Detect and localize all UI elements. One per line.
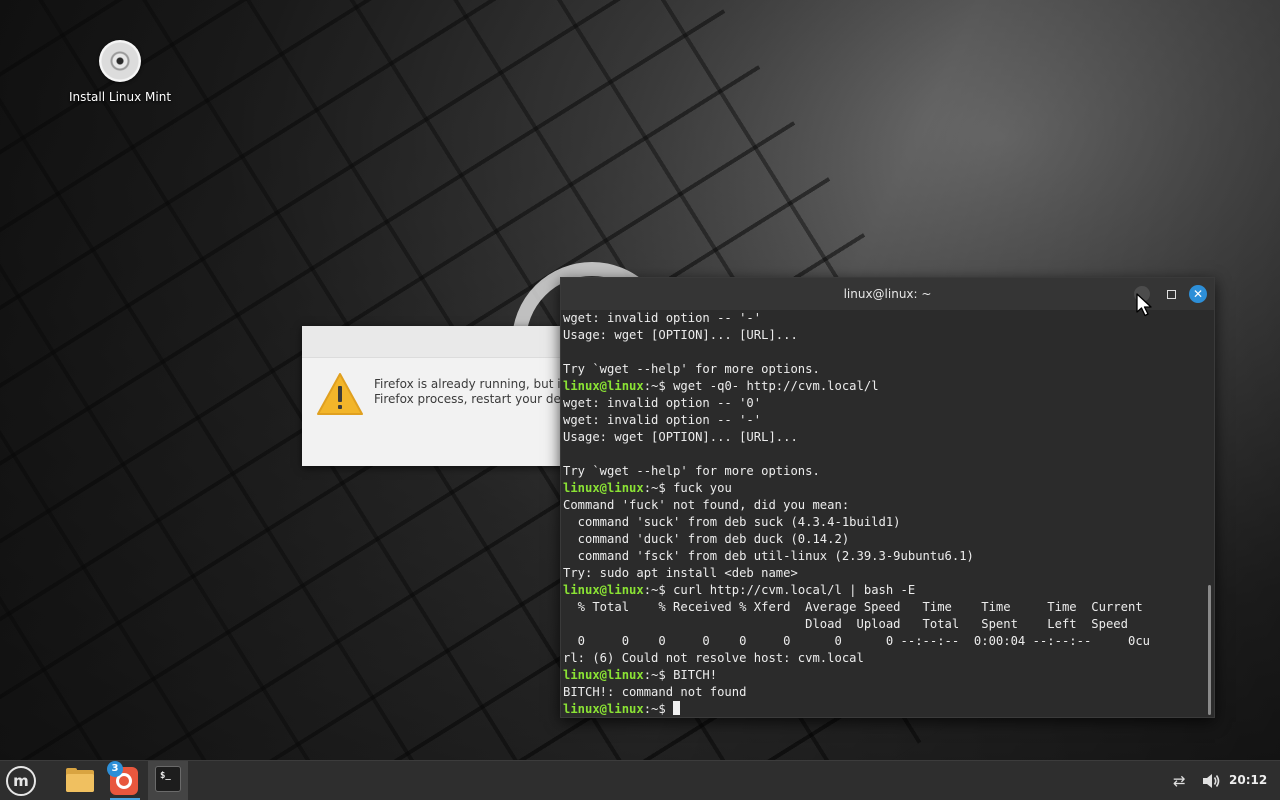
network-icon[interactable]: ⇄ xyxy=(1173,773,1193,789)
dialog-titlebar[interactable] xyxy=(302,326,602,358)
mouse-pointer-icon xyxy=(1136,293,1152,317)
output-text: wget: invalid option -- '0' xyxy=(563,396,762,410)
taskbar-app-update-manager[interactable]: 3 xyxy=(104,761,142,800)
prompt-user: linux@linux xyxy=(563,668,644,682)
output-text: Try: sudo apt install <deb name> xyxy=(563,566,798,580)
prompt-path: :~$ xyxy=(643,583,674,597)
output-text: command 'suck' from deb suck (4.3.4-1bui… xyxy=(563,515,901,529)
close-button[interactable]: ✕ xyxy=(1189,285,1207,303)
terminal-line: Dload Upload Total Spent Left Speed xyxy=(563,616,1203,633)
close-icon: ✕ xyxy=(1192,287,1204,301)
command-text: curl http://cvm.local/l | bash -E xyxy=(673,583,916,597)
terminal-line: Try `wget --help' for more options. xyxy=(563,463,1203,480)
prompt-path: :~$ xyxy=(643,668,674,682)
output-text: command 'duck' from deb duck (0.14.2) xyxy=(563,532,850,546)
terminal-line: linux@linux:~$ curl http://cvm.local/l |… xyxy=(563,582,1203,599)
output-text: Try `wget --help' for more options. xyxy=(563,464,820,478)
terminal-line: BITCH!: command not found xyxy=(563,684,1203,701)
prompt-user: linux@linux xyxy=(563,481,644,495)
desktop-icon-install-linux-mint[interactable]: Install Linux Mint xyxy=(60,40,180,104)
firefox-already-running-dialog: Firefox is already running, but is Firef… xyxy=(302,326,602,466)
taskbar-app-files[interactable] xyxy=(60,761,98,800)
warning-icon xyxy=(317,373,363,415)
desktop-icon-label: Install Linux Mint xyxy=(68,90,172,104)
terminal-line: linux@linux:~$ wget -q0- http://cvm.loca… xyxy=(563,378,1203,395)
output-text: command 'fsck' from deb util-linux (2.39… xyxy=(563,549,974,563)
text-cursor xyxy=(673,701,681,715)
mint-menu-button[interactable]: m xyxy=(6,766,36,796)
terminal-line: Command 'fuck' not found, did you mean: xyxy=(563,497,1203,514)
terminal-line: wget: invalid option -- '0' xyxy=(563,395,1203,412)
mint-menu-icon: m xyxy=(13,772,29,790)
output-text: % Total % Received % Xferd Average Speed… xyxy=(563,600,1143,614)
prompt-path: :~$ xyxy=(643,379,674,393)
terminal-line: command 'suck' from deb suck (4.3.4-1bui… xyxy=(563,514,1203,531)
terminal-line: rl: (6) Could not resolve host: cvm.loca… xyxy=(563,650,1203,667)
output-text: Dload Upload Total Spent Left Speed xyxy=(563,617,1128,631)
terminal-icon: $_ xyxy=(155,766,181,792)
prompt-user: linux@linux xyxy=(563,583,644,597)
terminal-line: wget: invalid option -- '-' xyxy=(563,310,1203,327)
terminal-line: % Total % Received % Xferd Average Speed… xyxy=(563,599,1203,616)
taskbar-app-terminal[interactable]: $_ xyxy=(148,761,188,800)
terminal-title: linux@linux: ~ xyxy=(843,287,932,301)
clock[interactable]: 20:12 xyxy=(1229,773,1267,787)
prompt-path: :~$ xyxy=(643,702,674,715)
command-text: BITCH! xyxy=(673,668,718,682)
terminal-line: Usage: wget [OPTION]... [URL]... xyxy=(563,429,1203,446)
terminal-titlebar[interactable]: linux@linux: ~ ✕ xyxy=(561,278,1214,310)
terminal-line: linux@linux:~$ BITCH! xyxy=(563,667,1203,684)
terminal-scrollbar[interactable] xyxy=(1208,585,1211,715)
terminal-line: command 'duck' from deb duck (0.14.2) xyxy=(563,531,1203,548)
terminal-line: linux@linux:~$ fuck you xyxy=(563,480,1203,497)
output-text: wget: invalid option -- '-' xyxy=(563,311,762,325)
prompt-user: linux@linux xyxy=(563,702,644,715)
maximize-button[interactable] xyxy=(1163,286,1179,302)
disc-icon xyxy=(99,40,141,82)
command-text: wget -q0- http://cvm.local/l xyxy=(673,379,879,393)
output-text: rl: (6) Could not resolve host: cvm.loca… xyxy=(563,651,864,665)
terminal-window[interactable]: linux@linux: ~ ✕ wget: invalid option --… xyxy=(560,277,1215,718)
prompt-path: :~$ xyxy=(643,481,674,495)
terminal-line: Usage: wget [OPTION]... [URL]... xyxy=(563,327,1203,344)
terminal-line: command 'fsck' from deb util-linux (2.39… xyxy=(563,548,1203,565)
prompt-user: linux@linux xyxy=(563,379,644,393)
command-text: fuck you xyxy=(673,481,732,495)
terminal-line: 0 0 0 0 0 0 0 0 --:--:-- 0:00:04 --:--:-… xyxy=(563,633,1203,650)
output-text: Try `wget --help' for more options. xyxy=(563,362,820,376)
terminal-output[interactable]: wget: invalid option -- '-' Usage: wget [… xyxy=(563,310,1203,715)
terminal-line: linux@linux:~$ xyxy=(563,701,1203,715)
terminal-line: Try `wget --help' for more options. xyxy=(563,361,1203,378)
terminal-line: Try: sudo apt install <deb name> xyxy=(563,565,1203,582)
terminal-line: wget: invalid option -- '-' xyxy=(563,412,1203,429)
output-text: wget: invalid option -- '-' xyxy=(563,413,762,427)
output-text: Usage: wget [OPTION]... [URL]... xyxy=(563,328,798,342)
output-text: 0 0 0 0 0 0 0 0 --:--:-- 0:00:04 --:--:-… xyxy=(563,634,1150,648)
output-text: BITCH!: command not found xyxy=(563,685,747,699)
volume-icon[interactable] xyxy=(1201,772,1221,790)
update-count-badge: 3 xyxy=(107,761,123,777)
output-text: Usage: wget [OPTION]... [URL]... xyxy=(563,430,798,444)
taskbar: m 3 $_ ⇄ 20:12 xyxy=(0,760,1280,800)
output-text: Command 'fuck' not found, did you mean: xyxy=(563,498,850,512)
